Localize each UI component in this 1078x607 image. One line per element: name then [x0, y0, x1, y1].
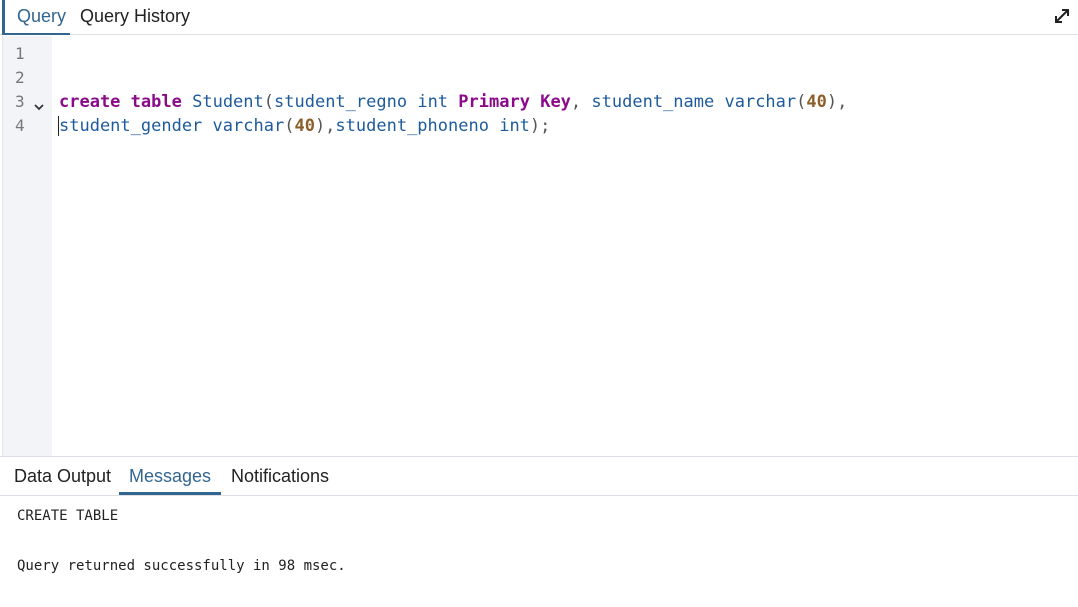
message-line: Query returned successfully in 98 msec. [17, 558, 346, 574]
chevron-down-icon[interactable] [34, 98, 44, 111]
code-token: ), [826, 92, 848, 112]
code-token: ), [314, 116, 336, 136]
line-number: 4 [15, 116, 25, 135]
line-number: 3 [15, 92, 25, 111]
line-number-gutter: 1 2 3 4 [2, 36, 52, 456]
tab-query-history[interactable]: Query History [80, 0, 190, 35]
message-line: CREATE TABLE [17, 508, 119, 524]
code-token: student_name [591, 92, 715, 112]
code-token: varchar [212, 116, 285, 136]
code-token: Primary [458, 92, 530, 112]
tab-query[interactable]: Query [2, 0, 70, 35]
code-token: table [130, 92, 182, 112]
code-token: ( [284, 116, 295, 136]
tab-notifications[interactable]: Notifications [231, 457, 329, 495]
code-token: student_phoneno [335, 116, 489, 136]
code-token: int [417, 92, 449, 112]
code-token: Student [192, 92, 264, 112]
code-token: ( [796, 92, 807, 112]
code-token: 40 [294, 116, 315, 136]
code-line-4[interactable]: student_gender varchar(40),student_phone… [59, 114, 550, 138]
code-token: ); [529, 116, 551, 136]
line-number: 1 [15, 44, 25, 63]
code-token: ( [263, 92, 275, 112]
tab-messages[interactable]: Messages [119, 457, 222, 495]
code-line-3[interactable]: create table Student(student_regno int P… [59, 90, 847, 114]
results-tab-bar: Data Output Messages Notifications [0, 457, 1078, 496]
code-token: student_gender [59, 116, 203, 136]
results-panel: Data Output Messages Notifications CREAT… [0, 456, 1078, 607]
text-cursor [58, 116, 59, 136]
code-token: create [59, 92, 121, 112]
query-tab-bar: Query Query History [0, 0, 1078, 35]
line-number: 2 [15, 68, 25, 87]
tab-data-output[interactable]: Data Output [14, 457, 111, 495]
expand-arrows-icon[interactable] [1052, 6, 1072, 26]
code-token: int [499, 116, 530, 136]
sql-editor[interactable]: 1 2 3 4 create table Student(student_reg… [0, 36, 1078, 456]
code-token: , [570, 92, 592, 112]
code-token: varchar [724, 92, 797, 112]
code-token: student_regno [274, 92, 408, 112]
code-token: Key [540, 92, 571, 112]
code-token: 40 [806, 92, 827, 112]
